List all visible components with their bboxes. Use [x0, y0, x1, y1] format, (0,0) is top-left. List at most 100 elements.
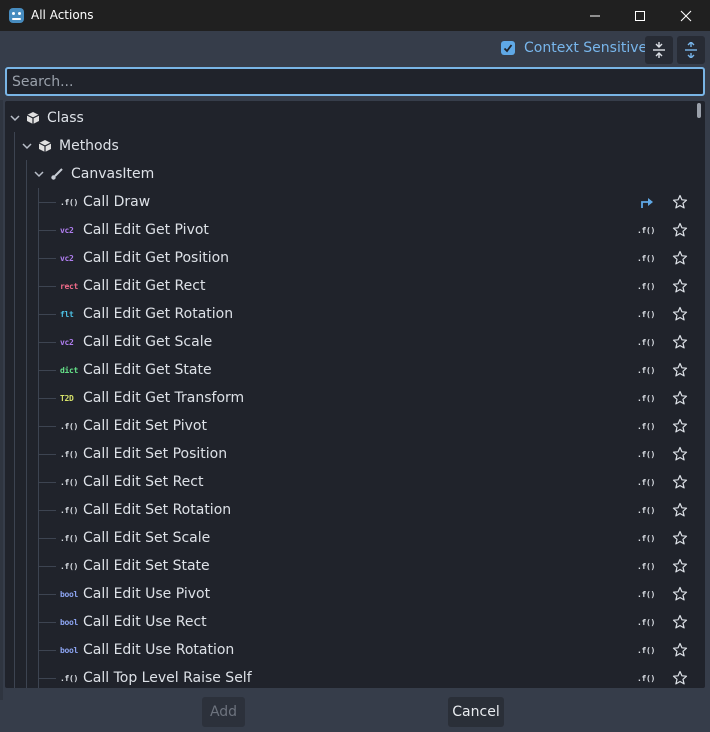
- favorite-star-icon[interactable]: [672, 222, 688, 238]
- tree-row-method[interactable]: bool Call Edit Use Rect .f(): [5, 608, 693, 636]
- favorite-star-icon[interactable]: [672, 250, 688, 266]
- tree-row-method[interactable]: .f() Call Edit Set Rotation .f(): [5, 496, 693, 524]
- tree-item-label: Call Edit Set Rotation: [83, 502, 232, 518]
- tree-row-method[interactable]: bool Call Edit Use Rotation .f(): [5, 636, 693, 664]
- tree-branch-line: [38, 566, 56, 567]
- type-icon: rect: [60, 282, 79, 291]
- close-button[interactable]: [663, 0, 709, 31]
- godot-icon: [9, 8, 24, 23]
- type-icon: dict: [60, 366, 79, 375]
- tree-row-method[interactable]: .f() Call Edit Set Rect .f(): [5, 468, 693, 496]
- favorite-star-icon[interactable]: [672, 306, 688, 322]
- cancel-button[interactable]: Cancel: [448, 697, 504, 727]
- favorite-star-icon[interactable]: [672, 278, 688, 294]
- tree-branch-line: [38, 258, 56, 259]
- tree-row-method[interactable]: vc2 Call Edit Get Pivot .f(): [5, 216, 693, 244]
- type-icon: vc2: [60, 338, 74, 347]
- brush-icon: [51, 168, 63, 180]
- chevron-down-icon[interactable]: [21, 140, 33, 152]
- jump-to-icon[interactable]: [638, 194, 654, 210]
- return-function-icon: .f(): [637, 422, 656, 431]
- tree-item-label: Call Edit Get Rect: [83, 278, 206, 294]
- tree-row-class[interactable]: Class: [5, 104, 693, 132]
- tree-row-method[interactable]: vc2 Call Edit Get Position .f(): [5, 244, 693, 272]
- tree-row-method[interactable]: flt Call Edit Get Rotation .f(): [5, 300, 693, 328]
- tree-item-label: Call Edit Get Rotation: [83, 306, 234, 322]
- favorite-star-icon[interactable]: [672, 586, 688, 602]
- tree-guide-line: [14, 132, 15, 688]
- tree-row-method[interactable]: vc2 Call Edit Get Scale .f(): [5, 328, 693, 356]
- tree-item-label: Call Edit Set Pivot: [83, 418, 207, 434]
- favorite-star-icon[interactable]: [672, 670, 688, 686]
- tree-row-method[interactable]: .f() Call Draw: [5, 188, 693, 216]
- favorite-star-icon[interactable]: [672, 194, 688, 210]
- tree-row-methods[interactable]: Methods: [5, 132, 693, 160]
- context-sensitive-label[interactable]: Context Sensitive: [524, 40, 647, 56]
- favorite-star-icon[interactable]: [672, 390, 688, 406]
- type-icon: bool: [60, 646, 79, 655]
- favorite-star-icon[interactable]: [672, 474, 688, 490]
- tree-row-method[interactable]: rect Call Edit Get Rect .f(): [5, 272, 693, 300]
- tree-row-method[interactable]: .f() Call Edit Set Scale .f(): [5, 524, 693, 552]
- tree-guide-line: [38, 188, 39, 688]
- favorite-star-icon[interactable]: [672, 642, 688, 658]
- maximize-button[interactable]: [617, 0, 663, 31]
- tree-row-method[interactable]: bool Call Edit Use Pivot .f(): [5, 580, 693, 608]
- type-icon: .f(): [60, 422, 79, 431]
- tree-label-canvasitem: CanvasItem: [71, 166, 155, 182]
- type-icon: .f(): [60, 674, 79, 683]
- tree-item-label: Call Edit Get Position: [83, 250, 230, 266]
- tree-branch-line: [38, 622, 56, 623]
- actions-tree[interactable]: Class Methods CanvasItem .f() Call Draw vc…: [5, 101, 705, 688]
- favorite-star-icon[interactable]: [672, 362, 688, 378]
- favorite-star-icon[interactable]: [672, 446, 688, 462]
- tree-guide-line: [26, 160, 27, 688]
- tree-branch-line: [38, 370, 56, 371]
- scroll-thumb[interactable]: [697, 103, 701, 118]
- chevron-down-icon[interactable]: [33, 168, 45, 180]
- tree-branch-line: [38, 482, 56, 483]
- tree-item-label: Call Edit Get Pivot: [83, 222, 209, 238]
- type-icon: .f(): [60, 478, 79, 487]
- favorite-star-icon[interactable]: [672, 502, 688, 518]
- search-box[interactable]: [5, 67, 705, 96]
- tree-row-method[interactable]: .f() Call Top Level Raise Self .f(): [5, 664, 693, 688]
- type-icon: .f(): [60, 534, 79, 543]
- tree-branch-line: [38, 202, 56, 203]
- tree-row-method[interactable]: .f() Call Edit Set Pivot .f(): [5, 412, 693, 440]
- tree-scrollbar[interactable]: [697, 103, 703, 686]
- return-function-icon: .f(): [637, 674, 656, 683]
- favorite-star-icon[interactable]: [672, 558, 688, 574]
- return-function-icon: .f(): [637, 478, 656, 487]
- favorite-star-icon[interactable]: [672, 334, 688, 350]
- return-function-icon: .f(): [637, 562, 656, 571]
- tree-item-label: Call Edit Use Pivot: [83, 586, 211, 602]
- expand-all-icon: [685, 42, 697, 58]
- search-input[interactable]: [12, 72, 692, 92]
- tree-branch-line: [38, 230, 56, 231]
- checkmark-icon: [503, 44, 513, 53]
- maximize-icon: [635, 10, 645, 21]
- favorite-star-icon[interactable]: [672, 614, 688, 630]
- favorite-star-icon[interactable]: [672, 418, 688, 434]
- expand-all-button[interactable]: [677, 36, 705, 64]
- context-sensitive-checkbox[interactable]: [501, 41, 515, 55]
- return-function-icon: .f(): [637, 282, 656, 291]
- tree-item-label: Call Edit Use Rotation: [83, 642, 235, 658]
- return-function-icon: .f(): [637, 590, 656, 599]
- tree-row-method[interactable]: .f() Call Edit Set Position .f(): [5, 440, 693, 468]
- collapse-all-button[interactable]: [645, 36, 673, 64]
- favorite-star-icon[interactable]: [672, 530, 688, 546]
- window-title: All Actions: [31, 8, 94, 22]
- tree-item-label: Call Draw: [83, 194, 151, 210]
- tree-row-method[interactable]: .f() Call Edit Set State .f(): [5, 552, 693, 580]
- tree-row-canvasitem[interactable]: CanvasItem: [5, 160, 693, 188]
- tree-branch-line: [38, 454, 56, 455]
- minimize-button[interactable]: [572, 0, 618, 31]
- tree-row-method[interactable]: dict Call Edit Get State .f(): [5, 356, 693, 384]
- tree-row-method[interactable]: T2D Call Edit Get Transform .f(): [5, 384, 693, 412]
- tree-branch-line: [38, 594, 56, 595]
- add-button[interactable]: Add: [202, 697, 245, 727]
- collapse-all-icon: [653, 42, 665, 58]
- chevron-down-icon[interactable]: [9, 112, 21, 124]
